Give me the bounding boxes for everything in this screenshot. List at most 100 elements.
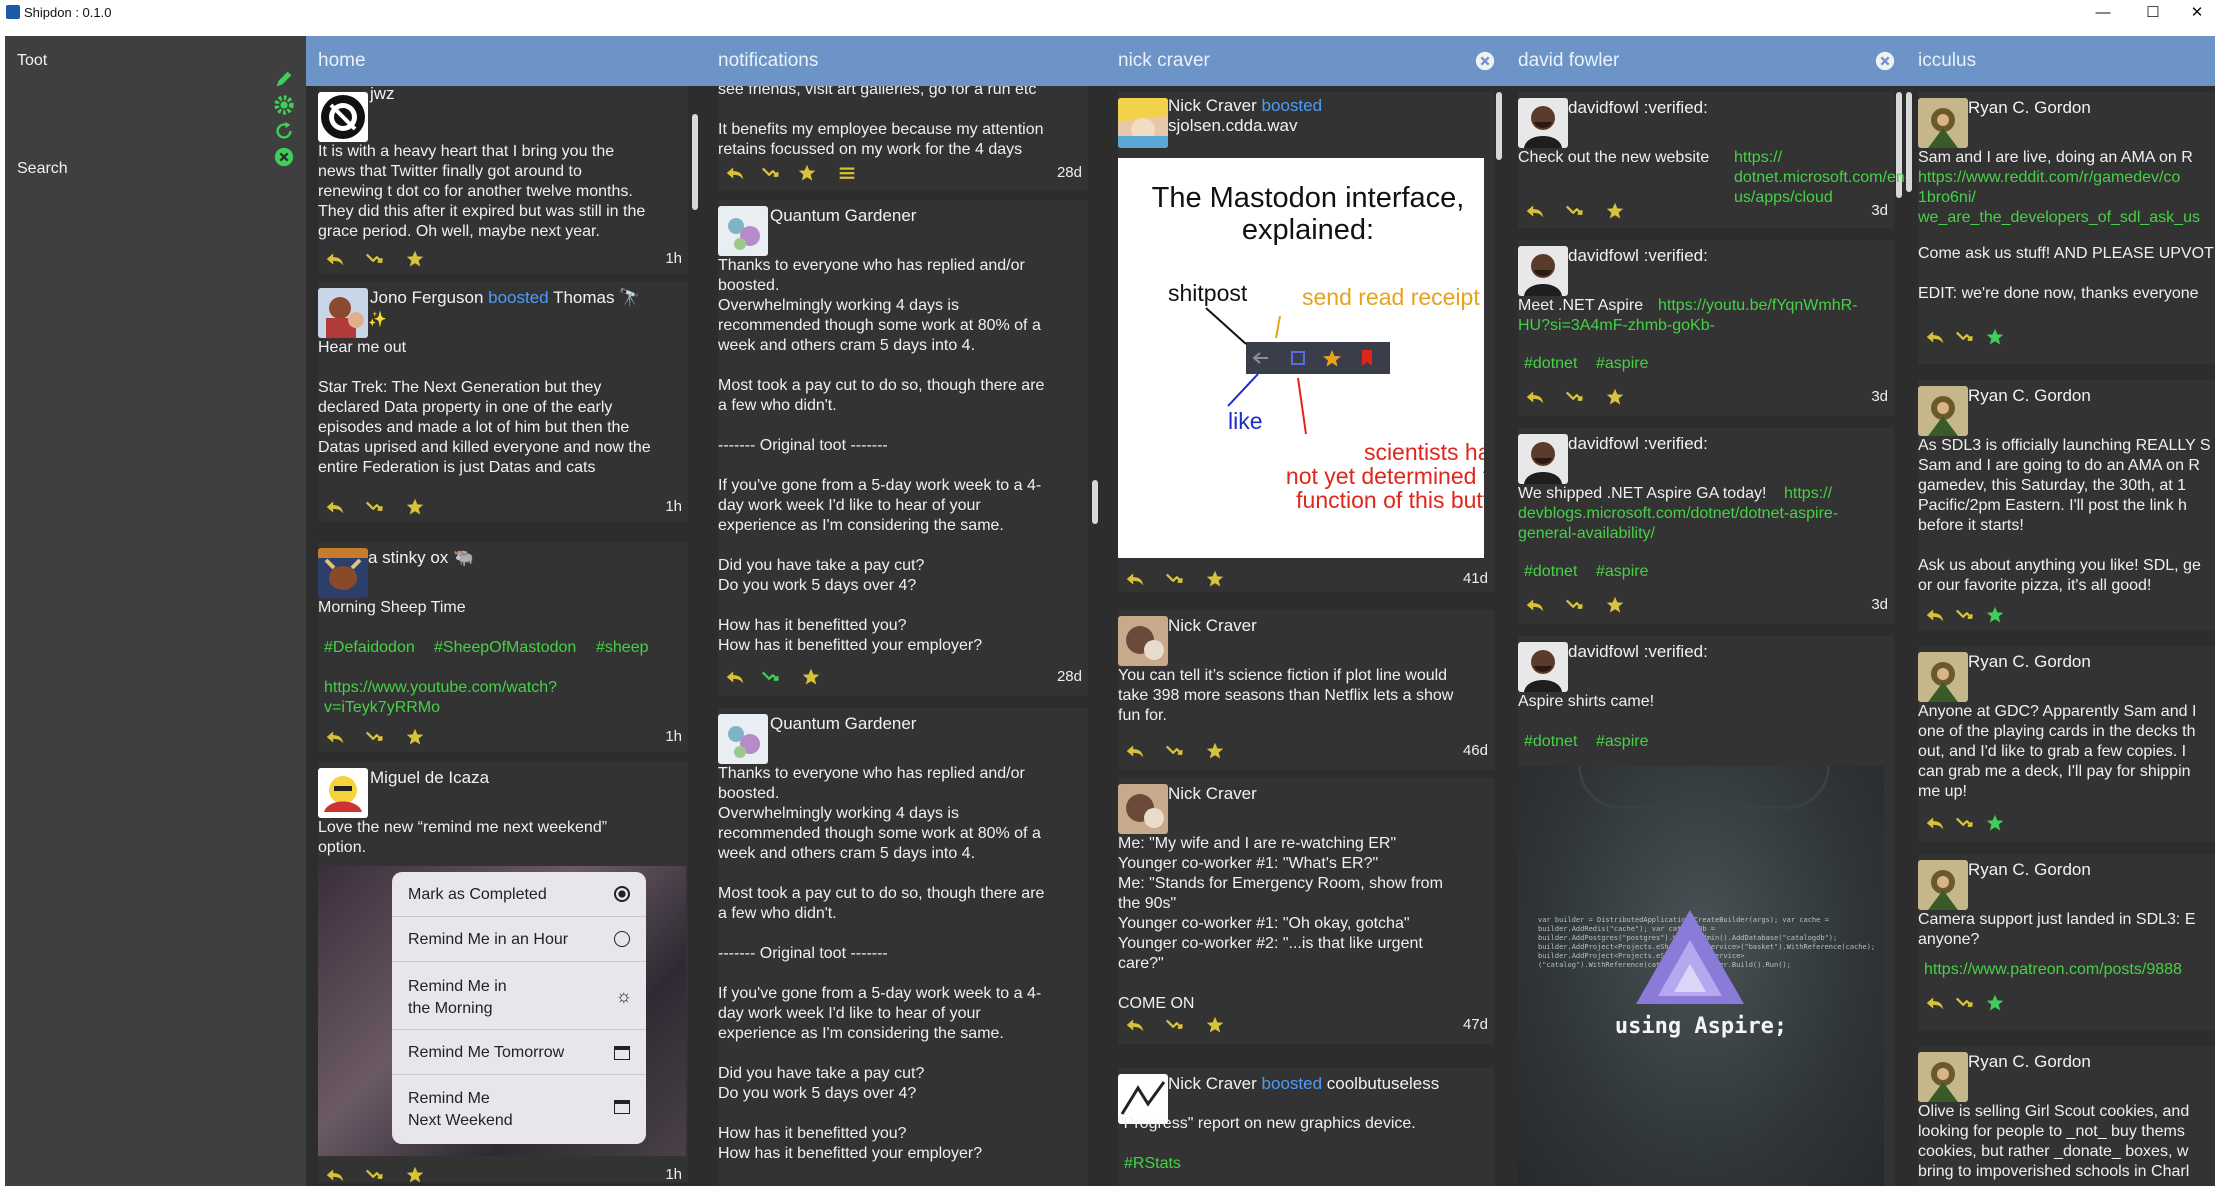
hashtag[interactable]: #aspire <box>1596 354 1648 374</box>
close-circle-icon[interactable] <box>273 146 295 168</box>
favourite-icon[interactable] <box>404 248 426 270</box>
reply-icon[interactable] <box>1924 326 1946 348</box>
favourite-icon[interactable] <box>1604 594 1626 616</box>
boost-icon[interactable] <box>1564 200 1586 222</box>
favourite-icon[interactable] <box>800 666 822 688</box>
favourite-icon[interactable] <box>404 726 426 748</box>
menu-item-mark-completed[interactable]: Mark as Completed <box>408 886 547 904</box>
shirt-image[interactable]: var builder = DistributedApplication.Cre… <box>1518 766 1884 1186</box>
reply-icon[interactable] <box>1924 604 1946 626</box>
scrollbar[interactable] <box>1906 92 1912 192</box>
avatar[interactable] <box>1918 652 1968 702</box>
post-link[interactable]: https://www.reddit.com/r/gamedev/co 1bro… <box>1918 168 2200 228</box>
favourite-icon[interactable] <box>1984 992 2006 1014</box>
more-icon[interactable] <box>836 162 858 184</box>
post-link[interactable]: https:// devblogs.microsoft.com/dotnet/d… <box>1518 484 1838 544</box>
gear-icon[interactable] <box>273 94 295 116</box>
author-name[interactable]: Nick Craver boosted coolbutuseless <box>1168 1074 1439 1094</box>
reply-icon[interactable] <box>324 1164 346 1186</box>
hashtag[interactable]: #dotnet <box>1524 354 1577 374</box>
reply-icon[interactable] <box>1924 812 1946 834</box>
author-name[interactable]: davidfowl :verified: <box>1568 98 1708 118</box>
boost-icon[interactable] <box>1164 568 1186 590</box>
avatar[interactable] <box>1518 642 1568 692</box>
reply-icon[interactable] <box>1124 568 1146 590</box>
avatar[interactable] <box>1918 1052 1968 1102</box>
author-name[interactable]: Ryan C. Gordon <box>1968 652 2091 672</box>
reply-icon[interactable] <box>1924 992 1946 1014</box>
reply-icon[interactable] <box>724 666 746 688</box>
author-name[interactable]: Quantum Gardener <box>770 714 916 734</box>
favourite-icon[interactable] <box>1984 812 2006 834</box>
favourite-icon[interactable] <box>404 1164 426 1186</box>
avatar[interactable] <box>1918 386 1968 436</box>
boost-icon[interactable] <box>1164 740 1186 762</box>
avatar[interactable] <box>1518 246 1568 296</box>
menu-item-remind-morning[interactable]: Remind Me in the Morning <box>408 976 507 1020</box>
author-name[interactable]: Nick Craver boosted <box>1168 96 1322 116</box>
close-column-icon[interactable] <box>1474 50 1496 72</box>
hashtag[interactable]: #dotnet <box>1524 732 1577 752</box>
reply-icon[interactable] <box>1124 1014 1146 1036</box>
search-menu-item[interactable]: Search <box>17 160 68 178</box>
post-image[interactable]: Mark as Completed Remind Me in an Hour R… <box>318 866 686 1156</box>
author-name[interactable]: Nick Craver <box>1168 784 1257 804</box>
author-name[interactable]: davidfowl :verified: <box>1568 246 1708 266</box>
scrollbar[interactable] <box>692 114 698 210</box>
avatar[interactable] <box>718 714 768 764</box>
reply-icon[interactable] <box>324 726 346 748</box>
close-column-icon[interactable] <box>1874 50 1896 72</box>
author-name[interactable]: Quantum Gardener <box>770 206 916 226</box>
close-window-button[interactable]: ✕ <box>2174 0 2220 26</box>
author-name[interactable]: Ryan C. Gordon <box>1968 860 2091 880</box>
favourite-icon[interactable] <box>796 162 818 184</box>
minimize-button[interactable]: — <box>2080 0 2126 26</box>
avatar[interactable] <box>1118 784 1168 834</box>
post-link[interactable]: https://www.patreon.com/posts/9888 <box>1924 960 2182 980</box>
favourite-icon[interactable] <box>1984 326 2006 348</box>
avatar[interactable] <box>1118 616 1168 666</box>
author-name[interactable]: a stinky ox 🐃 <box>368 548 474 568</box>
author-name[interactable]: davidfowl :verified: <box>1568 642 1708 662</box>
boost-icon[interactable] <box>364 726 386 748</box>
favourite-icon[interactable] <box>404 496 426 518</box>
boost-icon[interactable] <box>364 248 386 270</box>
favourite-icon[interactable] <box>1204 568 1226 590</box>
boost-icon[interactable] <box>1954 812 1976 834</box>
menu-item-remind-hour[interactable]: Remind Me in an Hour <box>408 931 568 949</box>
avatar[interactable] <box>1518 98 1568 148</box>
toot-menu-item[interactable]: Toot <box>17 52 47 70</box>
boost-icon[interactable] <box>760 666 782 688</box>
hashtag[interactable]: #aspire <box>1596 732 1648 752</box>
avatar[interactable] <box>1118 98 1168 148</box>
post-link[interactable]: https://youtu.be/fYqnWmhR- HU?si=3A4mF-z… <box>1518 296 1858 336</box>
post-link[interactable]: https://www.youtube.com/watch? v=iTeyk7y… <box>324 678 557 718</box>
hashtag[interactable]: #dotnet <box>1524 562 1577 582</box>
avatar[interactable] <box>318 768 368 818</box>
avatar[interactable] <box>318 288 368 338</box>
avatar[interactable] <box>718 206 768 256</box>
reply-icon[interactable] <box>1524 594 1546 616</box>
boost-icon[interactable] <box>1954 326 1976 348</box>
author-name[interactable]: davidfowl :verified: <box>1568 434 1708 454</box>
reply-icon[interactable] <box>324 248 346 270</box>
avatar[interactable] <box>318 548 368 598</box>
reply-icon[interactable] <box>1124 740 1146 762</box>
booster-name[interactable]: sjolsen.cdda.wav <box>1168 116 1297 136</box>
avatar[interactable] <box>1518 434 1568 484</box>
author-name[interactable]: Nick Craver <box>1168 616 1257 636</box>
scrollbar[interactable] <box>1496 92 1502 160</box>
author-name[interactable]: Jono Ferguson boosted Thomas 🔭 <box>370 288 640 308</box>
favourite-icon[interactable] <box>1604 200 1626 222</box>
maximize-button[interactable]: ☐ <box>2130 0 2176 26</box>
boost-icon[interactable] <box>760 162 782 184</box>
menu-item-remind-tomorrow[interactable]: Remind Me Tomorrow <box>408 1044 564 1062</box>
avatar[interactable] <box>318 92 368 142</box>
scrollbar[interactable] <box>1092 480 1098 524</box>
favourite-icon[interactable] <box>1204 740 1226 762</box>
reply-icon[interactable] <box>724 162 746 184</box>
reply-icon[interactable] <box>1524 386 1546 408</box>
favourite-icon[interactable] <box>1984 604 2006 626</box>
hashtag[interactable]: #Defaidodon <box>324 638 415 658</box>
author-name[interactable]: jwz <box>370 86 395 104</box>
